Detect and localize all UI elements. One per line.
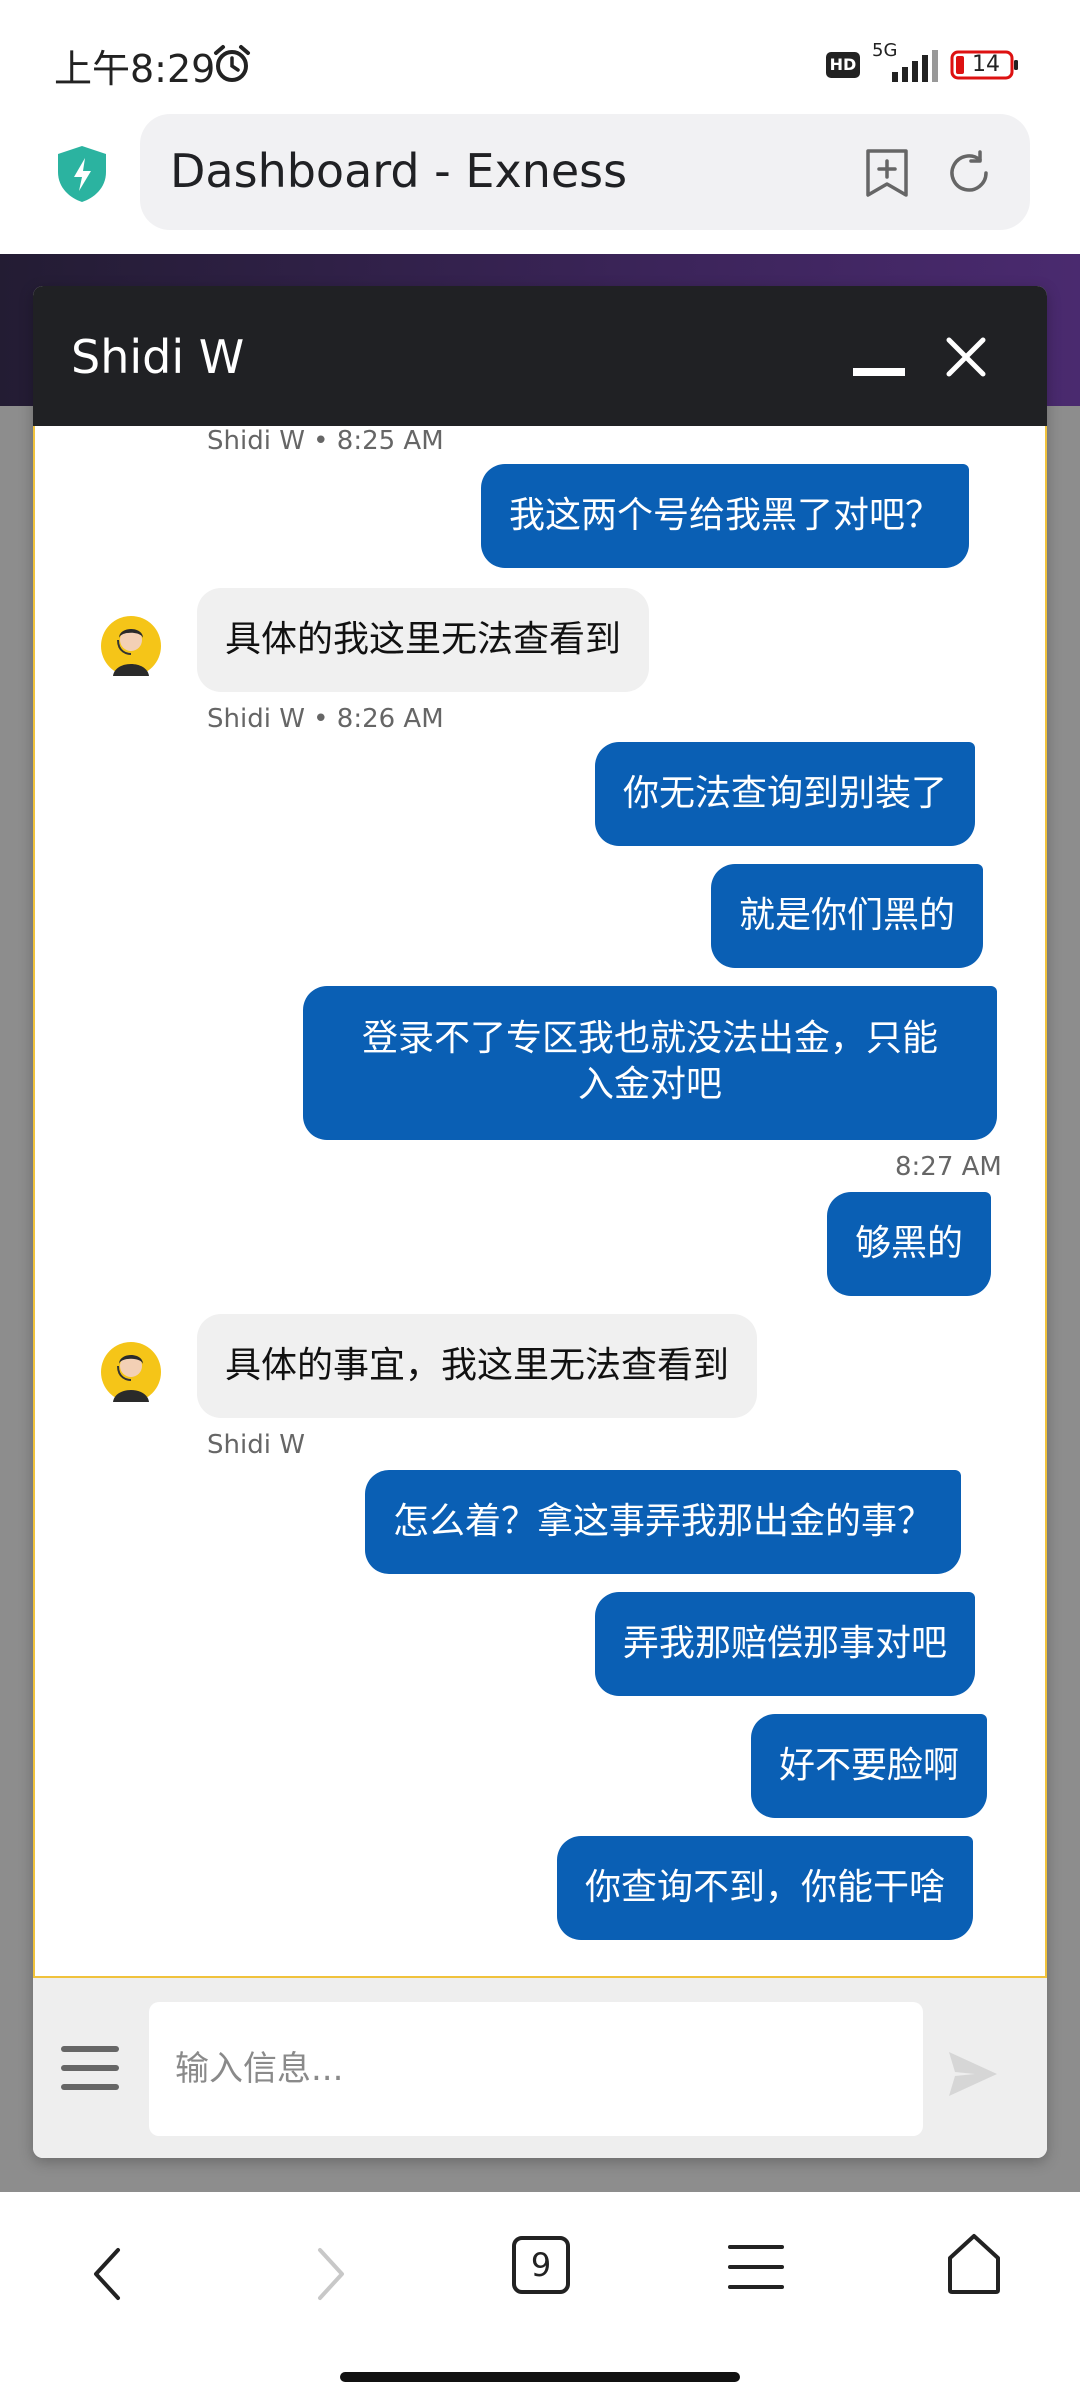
outgoing-message: 就是你们黑的: [711, 864, 984, 968]
outgoing-message: 够黑的: [827, 1192, 992, 1296]
alarm-icon: [214, 45, 250, 82]
minimize-icon[interactable]: [853, 368, 905, 376]
agent-avatar-icon: [101, 616, 161, 676]
browser-bottom-nav: 9: [0, 2192, 1080, 2400]
gesture-bar[interactable]: [340, 2372, 740, 2382]
status-time: 上午8:29: [54, 47, 216, 91]
tabs-button[interactable]: 9: [512, 2236, 570, 2294]
chat-window: Shidi W Shidi W • 8:25 AM 我这两个号给我黑了对吧？ 具…: [33, 286, 1047, 2158]
incoming-message: 具体的事宜，我这里无法查看到: [197, 1314, 758, 1418]
outgoing-message: 登录不了专区我也就没法出金，只能 入金对吧: [303, 986, 997, 1140]
outgoing-message: 好不要脸啊: [751, 1714, 988, 1818]
outgoing-message: 你查询不到，你能干啥: [557, 1836, 974, 1940]
message-list[interactable]: Shidi W • 8:25 AM 我这两个号给我黑了对吧？ 具体的我这里无法查…: [33, 426, 1047, 2058]
incoming-message: 具体的我这里无法查看到: [197, 588, 650, 692]
battery-level: 14: [972, 52, 1000, 77]
outgoing-message: 弄我那赔偿那事对吧: [595, 1592, 976, 1696]
chat-header: Shidi W: [33, 286, 1047, 426]
security-shield-icon[interactable]: [54, 144, 110, 204]
forward-icon[interactable]: [304, 2244, 354, 2304]
cell-signal-icon: [892, 50, 938, 82]
message-line: 入金对吧: [577, 1064, 722, 1105]
message-input[interactable]: [149, 2002, 923, 2136]
message-line: 登录不了专区我也就没法出金，只能: [361, 1018, 938, 1059]
add-bookmark-icon[interactable]: [864, 148, 910, 198]
outgoing-message: 怎么着？拿这事弄我那出金的事？: [365, 1470, 962, 1574]
hd-badge: HD: [826, 52, 860, 78]
reload-icon[interactable]: [944, 148, 994, 198]
chat-agent-name: Shidi W: [71, 330, 245, 384]
agent-avatar-icon: [101, 1342, 161, 1402]
browser-menu-icon[interactable]: [728, 2242, 784, 2292]
back-icon[interactable]: [84, 2244, 134, 2304]
outgoing-message: 你无法查询到别装了: [595, 742, 976, 846]
message-meta: Shidi W • 8:26 AM: [207, 704, 444, 734]
send-icon[interactable]: [945, 2046, 1001, 2102]
status-bar: 上午8:29 HD 5G 14: [0, 0, 1080, 120]
home-icon[interactable]: [944, 2232, 1004, 2296]
message-time: 8:27 AM: [895, 1152, 1002, 1182]
chat-input-bar: [33, 1978, 1047, 2158]
menu-icon[interactable]: [61, 2044, 119, 2092]
outgoing-message: 我这两个号给我黑了对吧？: [481, 464, 970, 568]
close-icon[interactable]: [941, 332, 991, 382]
message-meta: Shidi W: [207, 1430, 305, 1460]
page-title[interactable]: Dashboard - Exness: [170, 144, 627, 198]
message-meta: Shidi W • 8:25 AM: [207, 426, 444, 456]
